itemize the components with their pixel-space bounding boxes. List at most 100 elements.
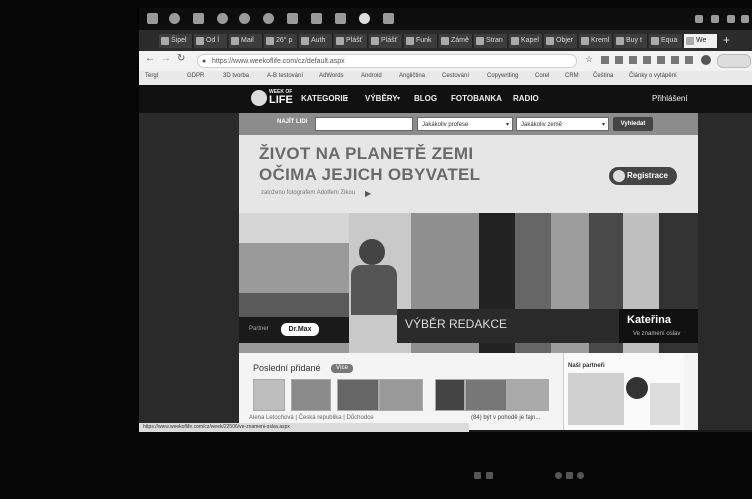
browser-tab[interactable]: Buy t — [614, 34, 648, 48]
recent-thumbnail[interactable] — [291, 379, 331, 411]
nav-blog[interactable]: BLOG — [414, 94, 437, 103]
bookmark[interactable]: Angličtina — [399, 73, 425, 79]
logo-text[interactable]: LIFE — [269, 94, 293, 106]
bookmark[interactable]: A-B testování — [267, 73, 303, 79]
profile-icon[interactable] — [701, 55, 711, 65]
search-bar: NAJÍT LIDI Jakákoliv profese ▾ Jakákoliv … — [239, 113, 698, 135]
extension-icon[interactable] — [643, 56, 651, 64]
play-icon[interactable]: ▶ — [365, 189, 371, 198]
partner-banner[interactable] — [650, 383, 680, 425]
browser-tab[interactable]: Equa — [649, 34, 683, 48]
browser-tab[interactable]: Plášť — [369, 34, 403, 48]
browser-tab[interactable]: Stran — [474, 34, 508, 48]
browser-tab[interactable]: Plášť — [334, 34, 368, 48]
bookmark[interactable]: Copywriting — [487, 73, 518, 79]
nav-radio[interactable]: RADIO — [513, 94, 539, 103]
app-icon[interactable] — [383, 13, 394, 24]
recent-thumbnail[interactable] — [337, 379, 379, 411]
search-icon[interactable] — [169, 13, 180, 24]
task-view-icon[interactable] — [193, 13, 204, 24]
country-select[interactable]: Jakákoliv země ▾ — [516, 117, 609, 131]
chat-icon[interactable] — [217, 13, 228, 24]
url-input[interactable]: ● https://www.weekoflife.com/cz/default.… — [197, 54, 577, 68]
login-link[interactable]: Přihlášení — [652, 94, 688, 103]
bookmark[interactable]: 3D tvorba — [223, 73, 249, 79]
partner-badge[interactable] — [626, 377, 648, 399]
favicon-icon — [266, 37, 274, 45]
recent-thumbnail[interactable] — [253, 379, 285, 411]
search-button[interactable]: Vyhledat — [613, 117, 653, 131]
bookmark[interactable]: Články o vytápění — [629, 73, 677, 79]
browser-tab[interactable]: Mail — [229, 34, 263, 48]
new-tab-icon[interactable]: + — [723, 33, 730, 47]
bookmark[interactable]: AdWords — [319, 73, 344, 79]
recent-caption[interactable]: (84) být v pohodě je fajn... — [471, 415, 540, 421]
recent-thumbnail[interactable] — [465, 379, 507, 411]
recent-thumbnail[interactable] — [435, 379, 465, 411]
star-icon[interactable]: ☆ — [585, 54, 593, 65]
monitor-screen: Šipel Od Í Mail 26° p Auth Plášť Plášť F… — [139, 8, 752, 432]
register-button[interactable]: Registrace — [609, 167, 677, 185]
photo-collage: Partner Dr.Max VÝBĚR REDAKCE Kateřina Ve… — [239, 213, 698, 353]
windows-start-icon[interactable] — [147, 13, 158, 24]
menu-button[interactable] — [717, 54, 751, 68]
tray-icon[interactable] — [711, 15, 719, 23]
extension-icon[interactable] — [685, 56, 693, 64]
nav-vybery[interactable]: VÝBĚRY — [365, 94, 398, 103]
chrome-icon[interactable] — [263, 13, 274, 24]
browser-tab[interactable]: Kapel — [509, 34, 543, 48]
favicon-icon — [581, 37, 589, 45]
nav-fotobanka[interactable]: FOTOBANKA — [451, 94, 502, 103]
more-button[interactable]: Více — [331, 364, 353, 373]
bookmark[interactable]: Cestování — [442, 73, 469, 79]
bookmark[interactable]: Corel — [535, 73, 549, 79]
browser-tab[interactable]: Zámě — [439, 34, 473, 48]
extension-icon[interactable] — [615, 56, 623, 64]
featured-person-caption[interactable]: Kateřina Ve znamení oslav — [619, 309, 698, 343]
bookmark[interactable]: Čeština — [593, 73, 613, 79]
browser-tab[interactable]: Kreml — [579, 34, 613, 48]
browser-tab[interactable]: Objer — [544, 34, 578, 48]
tray-icon[interactable] — [727, 15, 735, 23]
browser-tab-active[interactable]: We — [684, 34, 718, 48]
bookmark[interactable]: Tergl — [145, 73, 158, 79]
tray-icon[interactable] — [695, 15, 703, 23]
edge-icon[interactable] — [239, 13, 250, 24]
chrome-active-icon[interactable] — [359, 13, 370, 24]
folder-icon[interactable] — [287, 13, 298, 24]
reload-icon[interactable]: ↻ — [177, 53, 185, 64]
extension-icon[interactable] — [601, 56, 609, 64]
logo-icon — [613, 170, 625, 182]
partner-banner[interactable] — [568, 373, 624, 425]
app-icon[interactable] — [311, 13, 322, 24]
browser-tab[interactable]: Šipel — [159, 34, 193, 48]
nav-kategorie[interactable]: KATEGORIE — [301, 94, 348, 103]
monitor-button-icon[interactable] — [486, 472, 493, 479]
browser-tab[interactable]: Funk — [404, 34, 438, 48]
partner-strip: Partner Dr.Max — [239, 317, 349, 343]
monitor-button-icon[interactable] — [555, 472, 562, 479]
browser-tab[interactable]: Od Í — [194, 34, 228, 48]
bookmark[interactable]: Android — [361, 73, 382, 79]
partner-logo[interactable]: Dr.Max — [281, 323, 319, 336]
back-icon[interactable]: ← — [145, 53, 155, 64]
favicon-icon — [546, 37, 554, 45]
search-input[interactable] — [315, 117, 413, 131]
profession-select[interactable]: Jakákoliv profese ▾ — [417, 117, 513, 131]
recent-thumbnail[interactable] — [379, 379, 423, 411]
monitor-button-icon[interactable] — [474, 472, 481, 479]
monitor-button-icon[interactable] — [577, 472, 584, 479]
extension-icon[interactable] — [629, 56, 637, 64]
browser-tab[interactable]: Auth — [299, 34, 333, 48]
browser-tab[interactable]: 26° p — [264, 34, 298, 48]
bookmark[interactable]: GDPR — [187, 73, 204, 79]
extension-icon[interactable] — [671, 56, 679, 64]
monitor-button-icon[interactable] — [566, 472, 573, 479]
tray-icon[interactable] — [741, 15, 749, 23]
app-icon[interactable] — [335, 13, 346, 24]
extension-icon[interactable] — [657, 56, 665, 64]
bookmark[interactable]: CRM — [565, 73, 579, 79]
recent-thumbnail[interactable] — [507, 379, 549, 411]
forward-icon[interactable]: → — [161, 53, 171, 64]
editors-pick-title[interactable]: VÝBĚR REDAKCE — [405, 317, 507, 331]
